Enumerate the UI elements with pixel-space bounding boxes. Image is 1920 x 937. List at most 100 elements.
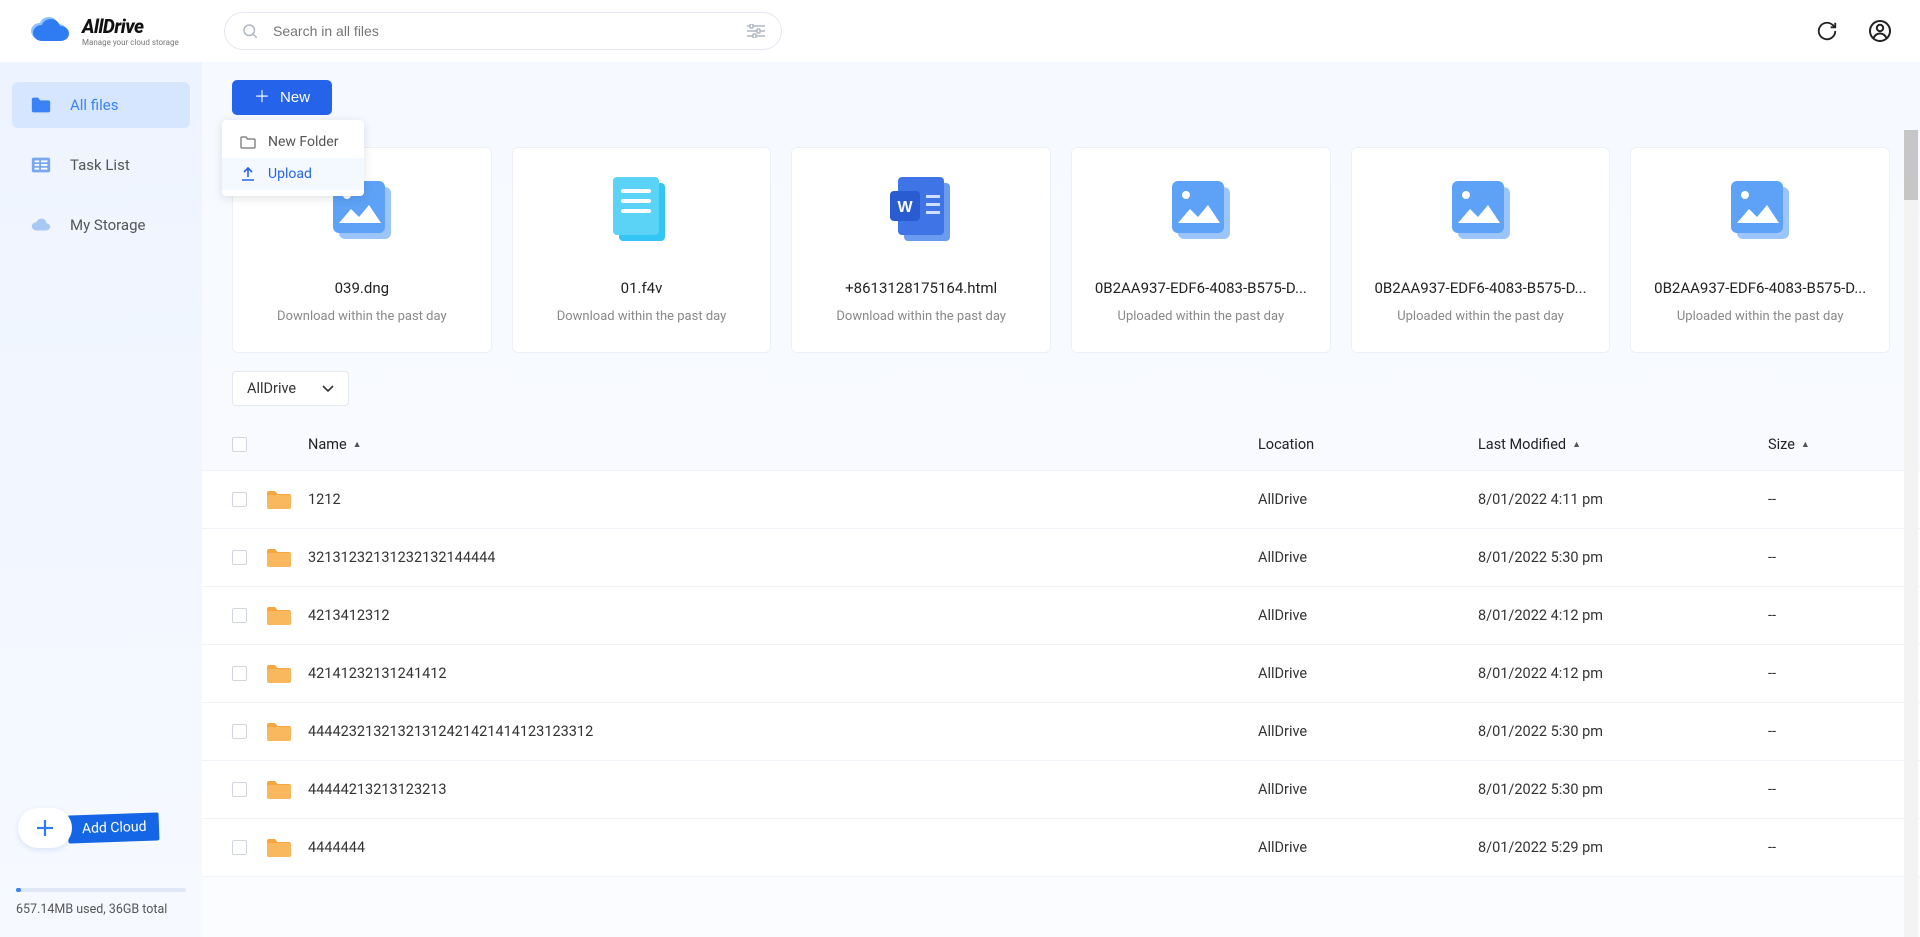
add-cloud-tag: Add Cloud bbox=[68, 812, 159, 843]
chevron-down-icon bbox=[322, 385, 334, 393]
dropdown-item-upload[interactable]: Upload bbox=[222, 158, 364, 190]
plus-icon: ＋ bbox=[254, 90, 270, 106]
row-checkbox[interactable] bbox=[232, 666, 247, 681]
recent-card[interactable]: 0B2AA937-EDF6-4083-B575-D... Uploaded wit… bbox=[1630, 147, 1890, 353]
list-icon bbox=[30, 154, 52, 176]
table-row[interactable]: 44444213213123213AllDrive8/01/2022 5:30 … bbox=[202, 761, 1920, 819]
column-header-name[interactable]: Name bbox=[308, 436, 1258, 453]
row-name: 32131232131232132144444 bbox=[308, 549, 1258, 566]
row-name: 42141232131241412 bbox=[308, 665, 1258, 682]
dropdown-item-new-folder[interactable]: New Folder bbox=[222, 126, 364, 158]
row-checkbox[interactable] bbox=[232, 782, 247, 797]
recent-card[interactable]: W+8613128175164.htmlDownload within the … bbox=[791, 147, 1051, 353]
recent-card[interactable]: 01.f4v Download within the past day bbox=[512, 147, 772, 353]
brand-title: AllDrive bbox=[82, 15, 179, 38]
new-button[interactable]: ＋ New bbox=[232, 80, 332, 115]
select-all-checkbox[interactable] bbox=[232, 437, 247, 452]
sidebar-label: My Storage bbox=[70, 216, 145, 234]
row-checkbox[interactable] bbox=[232, 840, 247, 855]
recent-file-name: 039.dng bbox=[245, 279, 479, 297]
dropdown-label: New Folder bbox=[268, 134, 338, 150]
row-modified: 8/01/2022 5:30 pm bbox=[1478, 781, 1768, 798]
recent-file-sub: Download within the past day bbox=[836, 309, 1006, 324]
logo[interactable]: AllDrive Manage your cloud storage bbox=[28, 15, 204, 47]
recent-file-sub: Uploaded within the past day bbox=[1677, 309, 1844, 324]
row-icon bbox=[266, 837, 308, 859]
recent-file-name: 01.f4v bbox=[525, 279, 759, 297]
file-thumb-icon: W bbox=[883, 177, 959, 247]
recent-card[interactable]: 0B2AA937-EDF6-4083-B575-D...Uploaded wit… bbox=[1071, 147, 1331, 353]
file-thumb-icon bbox=[604, 177, 680, 247]
sidebar-item-all-files[interactable]: All files bbox=[12, 82, 190, 128]
table-row[interactable]: 4444444AllDrive8/01/2022 5:29 pm-- bbox=[202, 819, 1920, 877]
row-modified: 8/01/2022 4:12 pm bbox=[1478, 665, 1768, 682]
row-size: -- bbox=[1768, 549, 1868, 566]
main-panel: ＋ New New Folder Upload bbox=[202, 62, 1920, 937]
new-button-label: New bbox=[280, 89, 310, 106]
row-location: AllDrive bbox=[1258, 723, 1478, 740]
recent-file-name: 0B2AA937-EDF6-4083-B575-D... bbox=[1643, 279, 1877, 297]
storage-text: 657.14MB used, 36GB total bbox=[12, 902, 190, 917]
add-cloud-button[interactable] bbox=[18, 808, 72, 848]
new-dropdown: New Folder Upload bbox=[222, 120, 364, 196]
table-row[interactable]: 42141232131241412AllDrive8/01/2022 4:12 … bbox=[202, 645, 1920, 703]
scrollbar-thumb[interactable] bbox=[1904, 130, 1918, 200]
sidebar-item-my-storage[interactable]: My Storage bbox=[12, 202, 190, 248]
column-header-location[interactable]: Location bbox=[1258, 436, 1478, 453]
row-location: AllDrive bbox=[1258, 607, 1478, 624]
row-checkbox[interactable] bbox=[232, 550, 247, 565]
add-cloud[interactable]: Add Cloud bbox=[12, 808, 190, 848]
recent-file-sub: Download within the past day bbox=[557, 309, 727, 324]
recent-file-sub: Download within the past day bbox=[277, 309, 447, 324]
recent-card[interactable]: 0B2AA937-EDF6-4083-B575-D...Uploaded wit… bbox=[1351, 147, 1611, 353]
filter-icon[interactable] bbox=[747, 24, 765, 38]
recent-file-name: 0B2AA937-EDF6-4083-B575-D... bbox=[1084, 279, 1318, 297]
row-modified: 8/01/2022 5:29 pm bbox=[1478, 839, 1768, 856]
row-icon bbox=[266, 547, 308, 569]
sync-icon[interactable] bbox=[1816, 20, 1838, 42]
folder-icon bbox=[30, 94, 52, 116]
row-name: 44444213213123213 bbox=[308, 781, 1258, 798]
sidebar-label: Task List bbox=[70, 156, 130, 174]
table-row[interactable]: 4213412312AllDrive8/01/2022 4:12 pm-- bbox=[202, 587, 1920, 645]
column-header-size[interactable]: Size bbox=[1768, 436, 1868, 453]
row-size: -- bbox=[1768, 491, 1868, 508]
location-dropdown[interactable]: AllDrive bbox=[232, 371, 349, 406]
sidebar-item-task-list[interactable]: Task List bbox=[12, 142, 190, 188]
table-row[interactable]: 1212AllDrive8/01/2022 4:11 pm-- bbox=[202, 471, 1920, 529]
file-thumb-icon bbox=[1163, 177, 1239, 247]
scrollbar-track[interactable] bbox=[1904, 130, 1918, 937]
row-checkbox[interactable] bbox=[232, 492, 247, 507]
table-row[interactable]: 32131232131232132144444AllDrive8/01/2022… bbox=[202, 529, 1920, 587]
row-location: AllDrive bbox=[1258, 549, 1478, 566]
search-input[interactable] bbox=[273, 23, 747, 39]
row-name: 4213412312 bbox=[308, 607, 1258, 624]
dropdown-label: Upload bbox=[268, 166, 312, 182]
table-body: 1212AllDrive8/01/2022 4:11 pm--321312321… bbox=[202, 470, 1920, 877]
svg-text:W: W bbox=[898, 199, 914, 216]
row-size: -- bbox=[1768, 839, 1868, 856]
upload-icon bbox=[240, 166, 256, 182]
account-icon[interactable] bbox=[1868, 19, 1892, 43]
row-name: 44442321321321312421421414123123312 bbox=[308, 723, 1258, 740]
row-modified: 8/01/2022 4:12 pm bbox=[1478, 607, 1768, 624]
row-checkbox[interactable] bbox=[232, 608, 247, 623]
row-modified: 8/01/2022 4:11 pm bbox=[1478, 491, 1768, 508]
file-thumb-icon bbox=[1722, 177, 1798, 247]
new-folder-icon bbox=[240, 135, 256, 149]
row-location: AllDrive bbox=[1258, 491, 1478, 508]
storage-bar bbox=[16, 888, 186, 892]
column-header-modified[interactable]: Last Modified bbox=[1478, 436, 1768, 453]
row-icon bbox=[266, 663, 308, 685]
table-row[interactable]: 44442321321321312421421414123123312AllDr… bbox=[202, 703, 1920, 761]
row-modified: 8/01/2022 5:30 pm bbox=[1478, 723, 1768, 740]
row-icon bbox=[266, 605, 308, 627]
row-checkbox[interactable] bbox=[232, 724, 247, 739]
recent-file-sub: Uploaded within the past day bbox=[1397, 309, 1564, 324]
row-location: AllDrive bbox=[1258, 665, 1478, 682]
location-selected: AllDrive bbox=[247, 380, 296, 397]
row-size: -- bbox=[1768, 723, 1868, 740]
search-box[interactable] bbox=[224, 12, 782, 50]
file-thumb-icon bbox=[1443, 177, 1519, 247]
cloud-icon bbox=[30, 214, 52, 236]
